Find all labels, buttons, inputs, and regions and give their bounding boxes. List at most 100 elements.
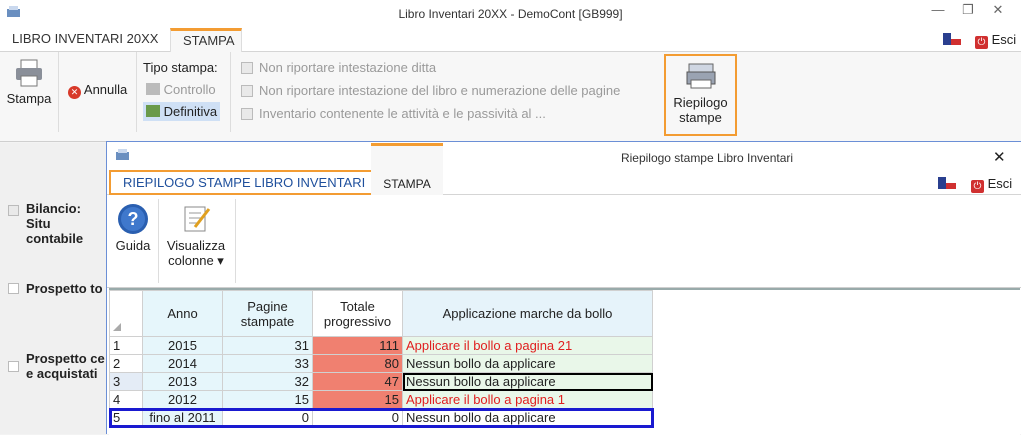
checkbox[interactable] bbox=[8, 283, 19, 294]
row-number: 4 bbox=[109, 390, 143, 409]
cell-pagine[interactable]: 15 bbox=[222, 390, 313, 409]
table-row[interactable]: 1 2015 31 111 Applicare il bollo a pagin… bbox=[109, 336, 653, 355]
cell-totale[interactable]: 0 bbox=[312, 408, 403, 427]
colonne-label: colonne ▾ bbox=[168, 253, 224, 268]
cell-applicazione[interactable]: Nessun bollo da applicare bbox=[402, 354, 653, 373]
printer-icon bbox=[16, 59, 42, 87]
tab-stampa[interactable]: STAMPA bbox=[170, 28, 242, 52]
cell-totale[interactable]: 80 bbox=[312, 354, 403, 373]
table-row-highlighted[interactable]: 5 fino al 2011 0 0 Nessun bollo da appli… bbox=[108, 407, 654, 428]
flag-icon bbox=[943, 33, 961, 45]
table-row[interactable]: 4 2012 15 15 Applicare il bollo a pagina… bbox=[109, 390, 653, 409]
help-icon: ? bbox=[118, 204, 148, 234]
cell-anno[interactable]: fino al 2011 bbox=[142, 408, 223, 427]
window-controls: — ❐ ✕ bbox=[923, 2, 1013, 18]
row-number: 1 bbox=[109, 336, 143, 355]
checkbox[interactable] bbox=[241, 62, 253, 74]
definitiva-option[interactable]: Definitiva bbox=[143, 102, 221, 121]
cell-anno[interactable]: 2015 bbox=[142, 336, 223, 355]
riepilogo-table: Anno Pagine stampate Totale progressivo … bbox=[108, 290, 654, 428]
minimize-button[interactable]: — bbox=[923, 2, 953, 17]
close-button[interactable]: ✕ bbox=[983, 2, 1013, 18]
svg-text:?: ? bbox=[128, 209, 139, 229]
exit-label: Esci bbox=[991, 32, 1017, 47]
stampe-label: stampe bbox=[679, 110, 722, 125]
guida-button[interactable]: ? Guida bbox=[113, 203, 153, 253]
ribbon: Stampa ✕ Annulla Tipo stampa: Controllo … bbox=[0, 52, 1021, 142]
riepilogo-stampe-button[interactable]: Riepilogo stampe bbox=[664, 54, 737, 136]
label-line: contabile bbox=[26, 231, 84, 246]
cell-pagine[interactable]: 0 bbox=[222, 408, 313, 427]
option-inventario-attivita[interactable]: Inventario contenente le attività e le p… bbox=[241, 106, 546, 121]
dialog-ribbon: ? Guida Visualizza colonne ▾ bbox=[107, 195, 1021, 288]
exit-button[interactable]: ⏻ Esci bbox=[975, 32, 1016, 49]
cell-anno[interactable]: 2013 bbox=[142, 372, 223, 391]
option-label: Non riportare intestazione del libro e n… bbox=[259, 83, 621, 98]
table-row[interactable]: 2 2014 33 80 Nessun bollo da applicare bbox=[109, 354, 653, 373]
col-totale-progressivo[interactable]: Totale progressivo bbox=[312, 290, 403, 337]
cell-totale[interactable]: 15 bbox=[312, 390, 403, 409]
cell-applicazione[interactable]: Nessun bollo da applicare bbox=[402, 408, 653, 427]
cell-totale[interactable]: 111 bbox=[312, 336, 403, 355]
tab-stampa[interactable]: STAMPA bbox=[371, 143, 443, 195]
col-pagine-stampate[interactable]: Pagine stampate bbox=[222, 290, 313, 337]
checkbox[interactable] bbox=[8, 361, 19, 372]
title-bar: Libro Inventari 20XX - DemoCont [GB999] … bbox=[0, 0, 1021, 28]
divider bbox=[58, 52, 59, 132]
exit-label: Esci bbox=[987, 176, 1013, 191]
select-all-corner[interactable] bbox=[109, 290, 143, 337]
riepilogo-label: Riepilogo bbox=[673, 95, 728, 110]
visualizza-colonne-button[interactable]: Visualizza colonne ▾ bbox=[163, 203, 229, 268]
cell-applicazione[interactable]: Applicare il bollo a pagina 21 bbox=[402, 336, 653, 355]
tab-libro-inventari[interactable]: LIBRO INVENTARI 20XX bbox=[0, 28, 170, 52]
row-number: 3 bbox=[109, 372, 143, 391]
checkbox[interactable] bbox=[241, 108, 253, 120]
table-header-row: Anno Pagine stampate Totale progressivo … bbox=[109, 290, 653, 337]
controllo-option[interactable]: Controllo bbox=[146, 82, 216, 97]
print-label: Stampa bbox=[6, 91, 52, 106]
divider bbox=[158, 199, 159, 283]
dialog-tabs: RIEPILOGO STAMPE LIBRO INVENTARI STAMPA … bbox=[107, 143, 1021, 195]
option-label: Non riportare intestazione ditta bbox=[259, 60, 437, 75]
prospetto-to-label: Prospetto to bbox=[26, 281, 103, 296]
cancel-icon: ✕ bbox=[68, 86, 81, 99]
option-no-intestazione-ditta[interactable]: Non riportare intestazione ditta bbox=[241, 60, 436, 75]
bilancio-label: Bilancio: Situ contabile bbox=[26, 201, 107, 246]
definitiva-label: Definitiva bbox=[163, 104, 218, 119]
window-title: Libro Inventari 20XX - DemoCont [GB999] bbox=[398, 7, 623, 21]
prospetto-ce-label: Prospetto ce e acquistati bbox=[26, 351, 105, 381]
cell-anno[interactable]: 2012 bbox=[142, 390, 223, 409]
edit-columns-icon bbox=[184, 206, 211, 232]
left-panel: Bilancio: Situ contabile Prospetto to Pro… bbox=[0, 143, 107, 434]
cell-totale[interactable]: 47 bbox=[312, 372, 403, 391]
cell-pagine[interactable]: 32 bbox=[222, 372, 313, 391]
exit-icon: ⏻ bbox=[975, 36, 988, 49]
guida-label: Guida bbox=[115, 238, 151, 253]
cell-applicazione-selected[interactable]: Nessun bollo da applicare bbox=[402, 372, 653, 391]
label-line: Bilancio: Situ bbox=[26, 201, 81, 231]
cell-pagine[interactable]: 33 bbox=[222, 354, 313, 373]
col-applicazione-bollo[interactable]: Applicazione marche da bollo bbox=[402, 290, 653, 337]
checkbox[interactable] bbox=[8, 205, 19, 216]
dialog-close-button[interactable]: ✕ bbox=[993, 148, 1006, 166]
cell-pagine[interactable]: 31 bbox=[222, 336, 313, 355]
table-row[interactable]: 3 2013 32 47 Nessun bollo da applicare bbox=[109, 372, 653, 391]
tab-riepilogo-stampe[interactable]: RIEPILOGO STAMPE LIBRO INVENTARI bbox=[109, 170, 380, 195]
row-number: 2 bbox=[109, 354, 143, 373]
cancel-button[interactable]: ✕ Annulla bbox=[68, 82, 127, 99]
dialog-exit-button[interactable]: ⏻ Esci bbox=[971, 176, 1012, 193]
checkbox[interactable] bbox=[241, 85, 253, 97]
cell-anno[interactable]: 2014 bbox=[142, 354, 223, 373]
option-no-intestazione-libro[interactable]: Non riportare intestazione del libro e n… bbox=[241, 83, 620, 98]
cancel-label: Annulla bbox=[83, 82, 128, 97]
label-line: e acquistati bbox=[26, 366, 98, 381]
visualizza-label: Visualizza bbox=[166, 238, 226, 253]
restore-button[interactable]: ❐ bbox=[953, 2, 983, 18]
col-anno[interactable]: Anno bbox=[142, 290, 223, 337]
cell-applicazione[interactable]: Applicare il bollo a pagina 1 bbox=[402, 390, 653, 409]
label-line: Prospetto ce bbox=[26, 351, 105, 366]
tipo-stampa-label: Tipo stampa: bbox=[143, 60, 218, 75]
print-button[interactable]: Stampa bbox=[4, 58, 54, 106]
option-label: Inventario contenente le attività e le p… bbox=[259, 106, 546, 121]
printer-small-icon bbox=[146, 83, 160, 95]
